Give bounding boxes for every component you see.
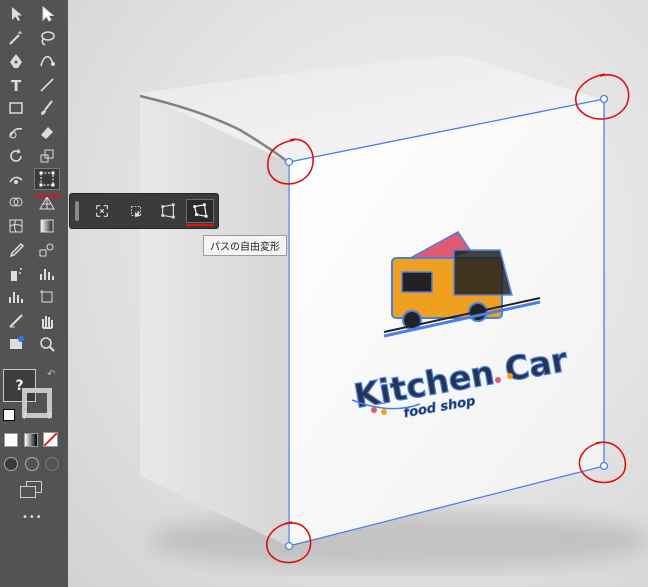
zoom-tool-button[interactable] bbox=[34, 333, 60, 355]
mesh-tool-button[interactable] bbox=[3, 215, 29, 237]
selection-tool-button[interactable] bbox=[3, 3, 29, 25]
draw-inside-icon[interactable] bbox=[45, 457, 59, 471]
eraser-tool-button[interactable] bbox=[34, 121, 60, 143]
draw-normal-icon[interactable] bbox=[4, 457, 18, 471]
red-underline-mark bbox=[186, 224, 214, 226]
bar-graph-tool-button[interactable] bbox=[3, 286, 29, 308]
eraser-tool-icon bbox=[41, 127, 53, 139]
lasso-tool-button[interactable] bbox=[34, 27, 60, 49]
scale-tool-icon bbox=[40, 149, 54, 163]
rotate-tool-icon bbox=[10, 148, 22, 162]
zoom-tool-icon bbox=[40, 337, 55, 353]
shape-builder-tool-button[interactable] bbox=[3, 192, 29, 214]
free-transform-option-button[interactable] bbox=[122, 199, 150, 223]
symbol-sprayer-tool-icon bbox=[11, 267, 22, 281]
print-tiling-tool-button[interactable] bbox=[3, 333, 29, 355]
perspective-distort-icon bbox=[161, 203, 175, 219]
default-fill-stroke-icon[interactable] bbox=[3, 409, 15, 421]
hand-tool-button[interactable] bbox=[34, 310, 60, 332]
slice-tool-icon bbox=[9, 314, 23, 328]
widget-grip-handle[interactable] bbox=[75, 201, 79, 221]
swap-fill-stroke-icon[interactable]: ↶ bbox=[47, 369, 55, 380]
eyedropper-tool-icon bbox=[9, 242, 25, 258]
column-graph-tool-icon bbox=[40, 268, 54, 280]
anchor-top-right bbox=[599, 94, 609, 104]
tools-panel: T ? ↶ ? ? ••• bbox=[0, 0, 68, 587]
artboard-tool-icon bbox=[40, 290, 53, 303]
perspective-distort-button[interactable] bbox=[154, 199, 182, 223]
type-tool-button[interactable]: T bbox=[3, 74, 29, 96]
direct-selection-tool-button[interactable] bbox=[34, 3, 60, 25]
more-tools-button[interactable]: ••• bbox=[22, 512, 43, 523]
free-distort-icon bbox=[193, 203, 208, 218]
curvature-tool-icon bbox=[40, 56, 55, 67]
anchor-bottom-left bbox=[284, 541, 294, 551]
gradient-mode-button[interactable] bbox=[24, 433, 38, 447]
selection-tool-icon bbox=[12, 7, 22, 21]
none-mode-button[interactable] bbox=[43, 432, 58, 447]
line-segment-tool-icon bbox=[40, 78, 54, 92]
screen-mode-icon[interactable] bbox=[20, 481, 42, 498]
column-graph-tool-button[interactable] bbox=[34, 263, 60, 285]
bar-graph-tool-icon bbox=[9, 292, 23, 304]
print-tiling-tool-icon bbox=[10, 336, 24, 350]
free-distort-button[interactable] bbox=[186, 199, 214, 223]
artboard-tool-button[interactable] bbox=[34, 286, 60, 308]
direct-selection-tool-icon bbox=[42, 5, 55, 22]
color-mode-button[interactable] bbox=[4, 433, 18, 447]
symbol-sprayer-tool-button[interactable] bbox=[3, 263, 29, 285]
paintbrush-tool-icon bbox=[41, 100, 53, 116]
rotate-tool-button[interactable] bbox=[3, 145, 29, 167]
magic-wand-tool-button[interactable] bbox=[3, 27, 29, 49]
svg-text:T: T bbox=[11, 77, 22, 94]
stroke-unknown-label: ? bbox=[22, 412, 27, 422]
blend-tool-icon bbox=[39, 243, 54, 257]
constrain-button[interactable] bbox=[88, 199, 116, 223]
stroke-unknown-label-2: ? bbox=[47, 412, 52, 422]
eyedropper-tool-button[interactable] bbox=[3, 239, 29, 261]
mesh-tool-icon bbox=[9, 219, 23, 233]
hand-tool-icon bbox=[42, 315, 53, 329]
rectangle-tool-icon bbox=[9, 102, 23, 115]
type-tool-icon: T bbox=[11, 77, 22, 94]
constrain-icon bbox=[96, 205, 108, 217]
free-transform-tool-icon bbox=[39, 171, 55, 187]
anchor-top-left bbox=[284, 157, 294, 167]
paintbrush-tool-button[interactable] bbox=[34, 97, 60, 119]
shaper-tool-icon bbox=[9, 127, 23, 139]
blend-tool-button[interactable] bbox=[34, 239, 60, 261]
pen-tool-icon bbox=[10, 54, 22, 69]
magic-wand-tool-icon bbox=[9, 30, 22, 45]
red-underline-mark-toolbar bbox=[35, 195, 61, 197]
puppet-warp-tool-icon bbox=[9, 176, 23, 185]
gradient-tool-icon bbox=[40, 219, 54, 233]
rectangle-tool-button[interactable] bbox=[3, 97, 29, 119]
pen-tool-button[interactable] bbox=[3, 50, 29, 72]
gradient-tool-button[interactable] bbox=[34, 215, 60, 237]
free-transform-tool-button[interactable] bbox=[34, 168, 60, 191]
shaper-tool-button[interactable] bbox=[3, 121, 29, 143]
free-transform-option-icon bbox=[131, 206, 142, 218]
draw-behind-icon[interactable] bbox=[25, 457, 39, 471]
slice-tool-button[interactable] bbox=[3, 310, 29, 332]
box-left-face bbox=[140, 93, 288, 546]
tooltip: パスの自由変形 bbox=[203, 235, 287, 256]
puppet-warp-tool-button[interactable] bbox=[3, 168, 29, 190]
shape-builder-tool-icon bbox=[9, 197, 23, 207]
anchor-bottom-right bbox=[599, 461, 609, 471]
curvature-tool-button[interactable] bbox=[34, 50, 60, 72]
artboard-canvas[interactable]: Kitchen Car food shop bbox=[68, 0, 648, 587]
free-transform-widget bbox=[69, 193, 219, 229]
line-segment-tool-button[interactable] bbox=[34, 74, 60, 96]
lasso-tool-icon bbox=[41, 30, 55, 46]
scale-tool-button[interactable] bbox=[34, 145, 60, 167]
